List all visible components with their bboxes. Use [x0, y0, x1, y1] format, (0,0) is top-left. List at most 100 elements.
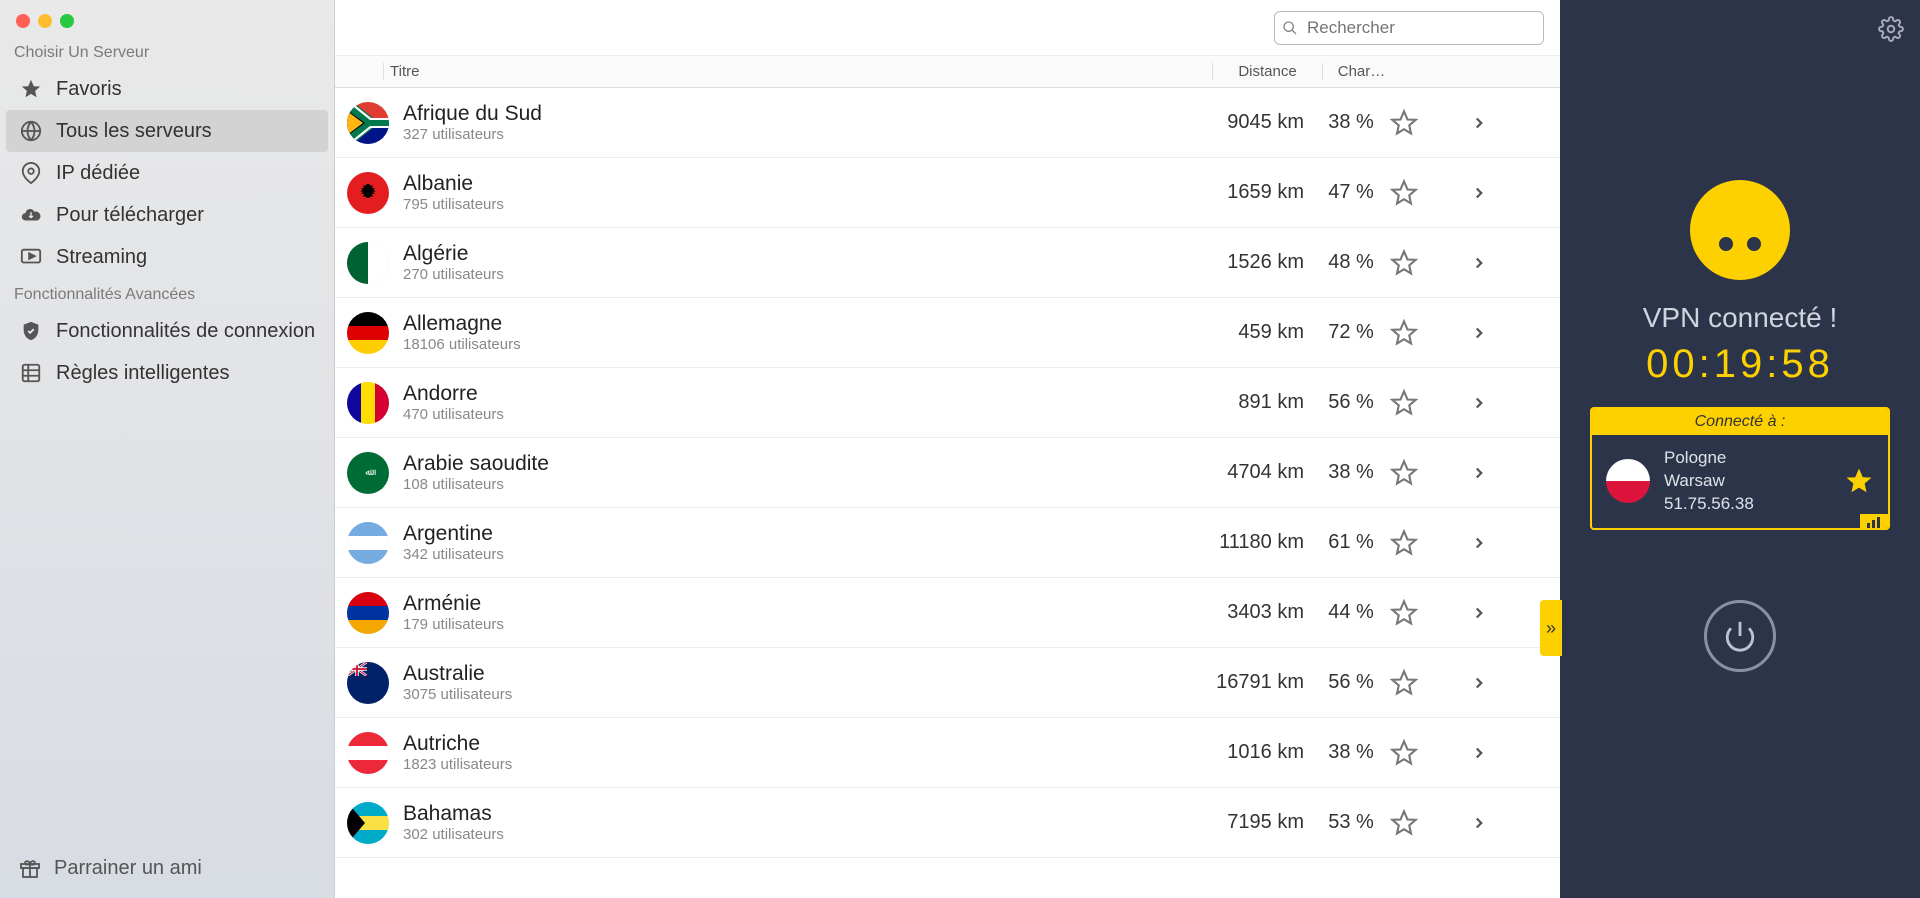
- server-load: 56 %: [1312, 671, 1390, 694]
- flag-icon: [347, 662, 389, 704]
- grid-icon: [18, 360, 44, 386]
- pin-icon: [18, 160, 44, 186]
- server-row[interactable]: Arménie179 utilisateurs3403 km44 %: [335, 578, 1560, 648]
- sidebar-item-label: Tous les serveurs: [56, 120, 212, 143]
- favorite-button[interactable]: [1390, 669, 1470, 697]
- expand-button[interactable]: [1470, 814, 1550, 832]
- server-distance: 3403 km: [1202, 601, 1312, 624]
- server-row[interactable]: Australie3075 utilisateurs16791 km56 %: [335, 648, 1560, 718]
- topbar: [335, 0, 1560, 56]
- server-list[interactable]: Afrique du Sud327 utilisateurs9045 km38 …: [335, 88, 1560, 898]
- server-users: 108 utilisateurs: [403, 476, 1202, 493]
- flag-icon: [347, 242, 389, 284]
- server-distance: 1659 km: [1202, 181, 1312, 204]
- settings-button[interactable]: [1878, 16, 1904, 42]
- connection-panel: VPN connecté ! 00:19:58 Connecté à : Pol…: [1560, 0, 1920, 898]
- favorite-star-icon[interactable]: [1844, 466, 1874, 496]
- expand-button[interactable]: [1470, 604, 1550, 622]
- search-input[interactable]: [1274, 11, 1544, 45]
- server-load: 61 %: [1312, 531, 1390, 554]
- flag-icon: [347, 172, 389, 214]
- server-row[interactable]: Autriche1823 utilisateurs1016 km38 %: [335, 718, 1560, 788]
- favorite-button[interactable]: [1390, 529, 1470, 557]
- favorite-button[interactable]: [1390, 319, 1470, 347]
- server-name: Afrique du Sud: [403, 102, 1202, 126]
- maximize-window[interactable]: [60, 14, 74, 28]
- close-window[interactable]: [16, 14, 30, 28]
- server-name: Arabie saoudite: [403, 452, 1202, 476]
- server-name: Autriche: [403, 732, 1202, 756]
- expand-button[interactable]: [1470, 394, 1550, 412]
- flag-icon: [347, 312, 389, 354]
- expand-button[interactable]: [1470, 114, 1550, 132]
- server-users: 302 utilisateurs: [403, 826, 1202, 843]
- server-distance: 891 km: [1202, 391, 1312, 414]
- minimize-window[interactable]: [38, 14, 52, 28]
- server-distance: 11180 km: [1202, 531, 1312, 554]
- favorite-button[interactable]: [1390, 459, 1470, 487]
- server-row[interactable]: Argentine342 utilisateurs11180 km61 %: [335, 508, 1560, 578]
- col-title[interactable]: Titre: [383, 63, 1212, 80]
- expand-button[interactable]: [1470, 534, 1550, 552]
- flag-icon: [347, 522, 389, 564]
- sidebar-item-shield[interactable]: Fonctionnalités de connexion: [0, 310, 334, 352]
- vpn-status: VPN connecté !: [1643, 302, 1838, 334]
- sidebar-item-grid[interactable]: Règles intelligentes: [0, 352, 334, 394]
- server-row[interactable]: Allemagne18106 utilisateurs459 km72 %: [335, 298, 1560, 368]
- sidebar-item-label: Streaming: [56, 246, 147, 269]
- server-load: 72 %: [1312, 321, 1390, 344]
- sidebar-item-star[interactable]: Favoris: [0, 68, 334, 110]
- power-button[interactable]: [1704, 600, 1776, 672]
- expand-button[interactable]: [1470, 324, 1550, 342]
- connection-ip: 51.75.56.38: [1664, 493, 1830, 516]
- server-row[interactable]: Andorre470 utilisateurs891 km56 %: [335, 368, 1560, 438]
- favorite-button[interactable]: [1390, 249, 1470, 277]
- server-row[interactable]: Afrique du Sud327 utilisateurs9045 km38 …: [335, 88, 1560, 158]
- server-load: 48 %: [1312, 251, 1390, 274]
- expand-button[interactable]: [1470, 744, 1550, 762]
- sidebar-item-label: Fonctionnalités de connexion: [56, 320, 315, 343]
- server-row[interactable]: Albanie795 utilisateurs1659 km47 %: [335, 158, 1560, 228]
- sidebar-item-play[interactable]: Streaming: [0, 236, 334, 278]
- sidebar-item-cloud[interactable]: Pour télécharger: [0, 194, 334, 236]
- connection-timer: 00:19:58: [1646, 342, 1834, 387]
- server-name: Albanie: [403, 172, 1202, 196]
- connection-card[interactable]: Connecté à : Pologne Warsaw 51.75.56.38: [1590, 407, 1890, 530]
- server-distance: 1016 km: [1202, 741, 1312, 764]
- flag-icon: [347, 732, 389, 774]
- server-load: 56 %: [1312, 391, 1390, 414]
- referral-link[interactable]: Parrainer un ami: [0, 838, 334, 898]
- server-row[interactable]: ﷲArabie saoudite108 utilisateurs4704 km3…: [335, 438, 1560, 508]
- stats-icon[interactable]: [1860, 514, 1888, 530]
- favorite-button[interactable]: [1390, 179, 1470, 207]
- sidebar-item-globe[interactable]: Tous les serveurs: [6, 110, 328, 152]
- server-users: 327 utilisateurs: [403, 126, 1202, 143]
- server-distance: 459 km: [1202, 321, 1312, 344]
- server-row[interactable]: Bahamas302 utilisateurs7195 km53 %: [335, 788, 1560, 858]
- favorite-button[interactable]: [1390, 739, 1470, 767]
- server-distance: 16791 km: [1202, 671, 1312, 694]
- favorite-button[interactable]: [1390, 389, 1470, 417]
- flag-icon: [1606, 459, 1650, 503]
- expand-button[interactable]: [1470, 254, 1550, 272]
- favorite-button[interactable]: [1390, 809, 1470, 837]
- expand-button[interactable]: [1470, 464, 1550, 482]
- globe-icon: [18, 118, 44, 144]
- server-load: 38 %: [1312, 111, 1390, 134]
- expand-button[interactable]: [1470, 184, 1550, 202]
- sidebar-header-advanced: Fonctionnalités Avancées: [0, 278, 334, 310]
- server-load: 38 %: [1312, 461, 1390, 484]
- server-name: Argentine: [403, 522, 1202, 546]
- flag-icon: [347, 802, 389, 844]
- connection-country: Pologne: [1664, 447, 1830, 470]
- favorite-button[interactable]: [1390, 599, 1470, 627]
- expand-button[interactable]: [1470, 674, 1550, 692]
- sidebar-item-label: Favoris: [56, 78, 122, 101]
- server-name: Andorre: [403, 382, 1202, 406]
- col-distance[interactable]: Distance: [1212, 63, 1322, 80]
- collapse-panel-button[interactable]: »: [1540, 600, 1562, 656]
- favorite-button[interactable]: [1390, 109, 1470, 137]
- sidebar-item-pin[interactable]: IP dédiée: [0, 152, 334, 194]
- col-load[interactable]: Char…: [1322, 63, 1400, 80]
- server-row[interactable]: Algérie270 utilisateurs1526 km48 %: [335, 228, 1560, 298]
